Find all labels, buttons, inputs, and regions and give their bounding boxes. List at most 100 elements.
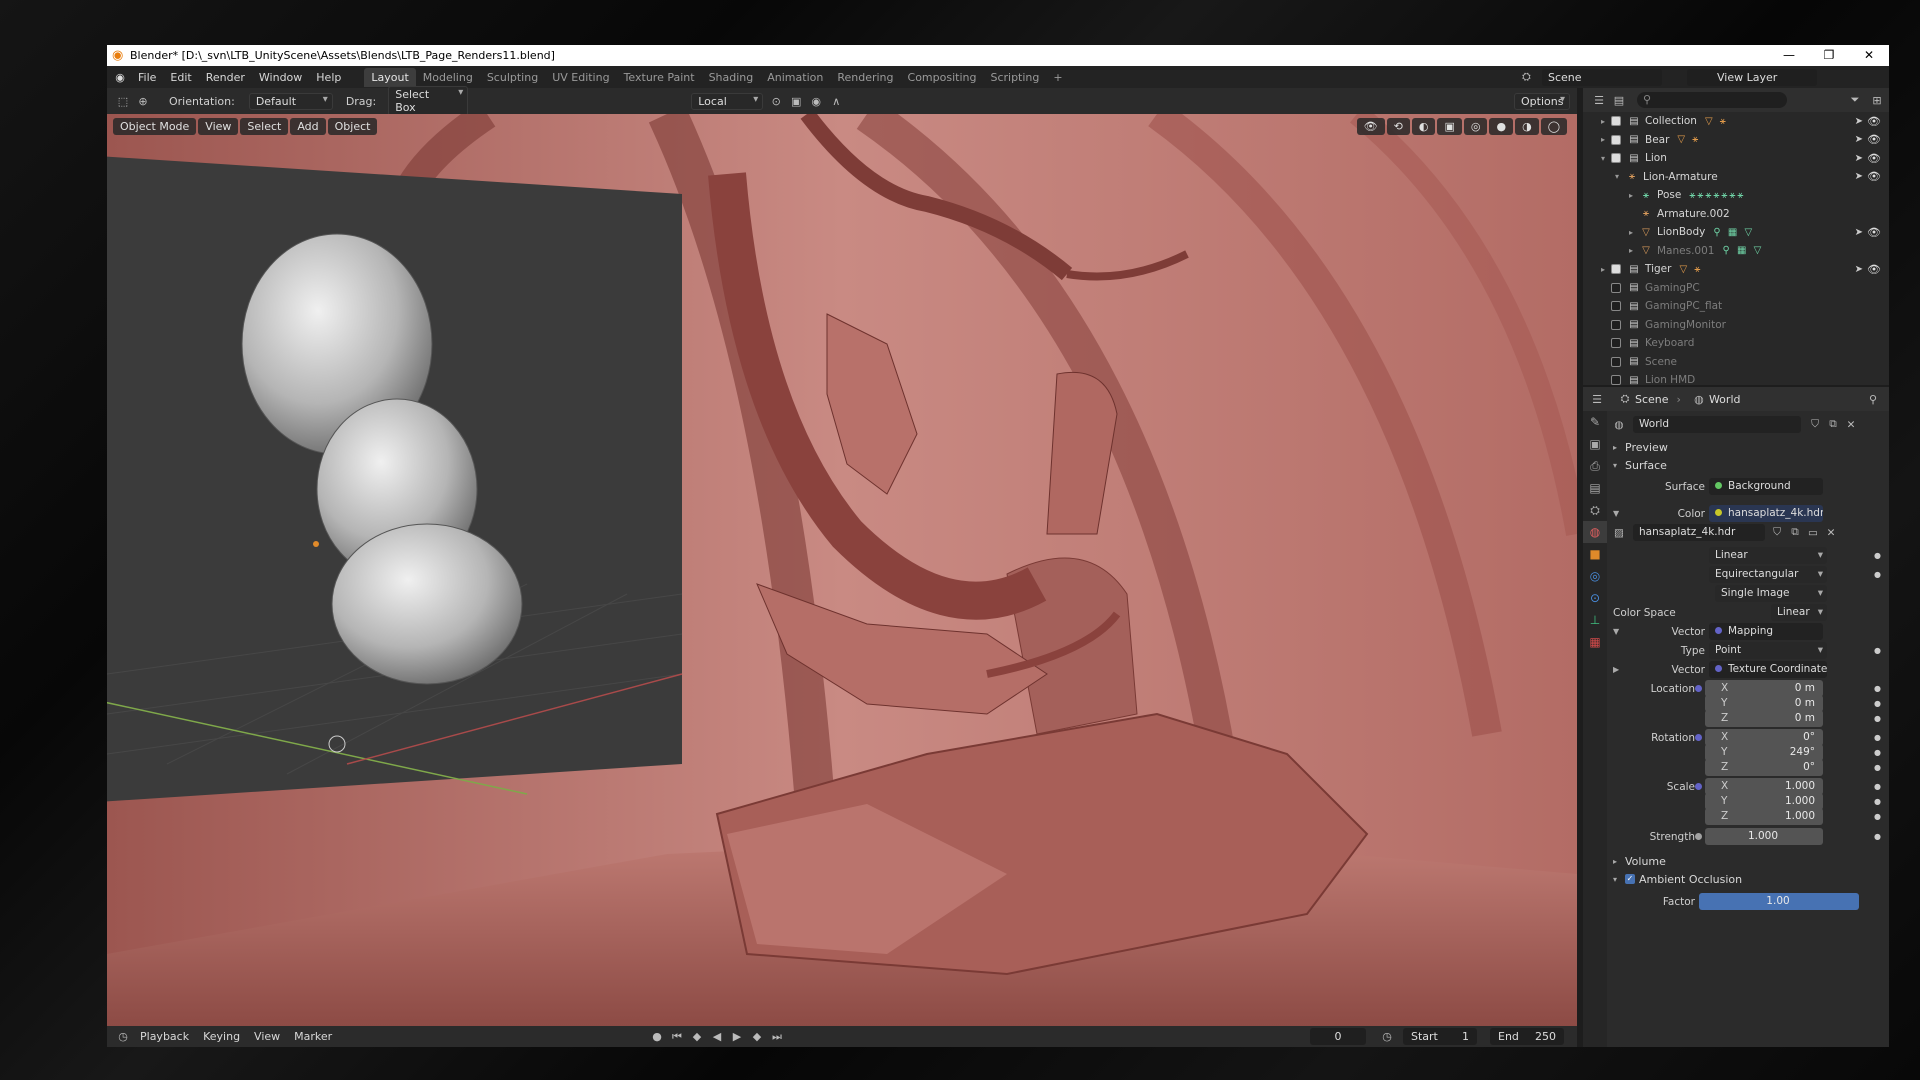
- tab-texture-paint[interactable]: Texture Paint: [617, 68, 702, 87]
- keyframe-dot[interactable]: ●: [1874, 714, 1881, 723]
- keyframe-dot[interactable]: ●: [1874, 748, 1881, 757]
- preview-panel-header[interactable]: ▸ Preview: [1609, 437, 1889, 457]
- fake-user-icon[interactable]: ⛉: [1805, 418, 1825, 431]
- exclude-checkbox[interactable]: [1611, 116, 1621, 127]
- outliner-row[interactable]: ▸ ▤ Tiger ▽ ⚹ ➤ 👁: [1583, 260, 1889, 279]
- render-tab-icon[interactable]: ▣: [1583, 433, 1607, 455]
- keyframe-dot[interactable]: ●: [1874, 782, 1881, 791]
- current-frame-field[interactable]: 0: [1310, 1028, 1366, 1045]
- outliner-row[interactable]: ▸ ⚹ Pose ⚹⚹⚹⚹⚹⚹⚹: [1583, 186, 1889, 205]
- filter-icon[interactable]: ⏷: [1845, 93, 1865, 107]
- tab-animation[interactable]: Animation: [760, 68, 830, 87]
- surface-panel-header[interactable]: ▾ Surface: [1609, 455, 1889, 475]
- exclude-checkbox[interactable]: [1611, 134, 1621, 145]
- next-keyframe-icon[interactable]: ◆: [747, 1030, 767, 1043]
- outliner-row[interactable]: ▾ ⚹ Lion-Armature ➤ 👁: [1583, 168, 1889, 187]
- keyframe-dot[interactable]: ●: [1874, 733, 1881, 742]
- snap-icon[interactable]: ⊙: [766, 95, 786, 108]
- selectable-icon[interactable]: ➤: [1855, 134, 1863, 145]
- exclude-checkbox[interactable]: [1611, 264, 1621, 275]
- image-fake-user-icon[interactable]: ⛉: [1767, 526, 1787, 539]
- unlink-icon[interactable]: ✕: [1841, 419, 1861, 431]
- surface-shader-field[interactable]: Background: [1709, 478, 1823, 495]
- visibility-eye-icon[interactable]: 👁: [1867, 226, 1881, 239]
- keyframe-dot[interactable]: ●: [1874, 797, 1881, 806]
- menu-edit[interactable]: Edit: [163, 71, 198, 84]
- outliner-row[interactable]: ▸ ▽ LionBody ⚲ ▦ ▽ ➤ 👁: [1583, 223, 1889, 242]
- outliner-row[interactable]: ▤ Keyboard: [1583, 334, 1889, 353]
- world-tab-icon[interactable]: ◍: [1583, 521, 1607, 543]
- disclosure-icon[interactable]: ▾: [1601, 154, 1611, 163]
- gizmo-icon[interactable]: ⟲: [1386, 117, 1410, 135]
- outliner-row[interactable]: ⚹ Armature.002: [1583, 205, 1889, 224]
- disclosure-icon[interactable]: ▸: [1601, 135, 1611, 144]
- child-data-icons[interactable]: ⚹⚹⚹⚹⚹⚹⚹: [1689, 190, 1745, 201]
- timeline-menu-keying[interactable]: Keying: [196, 1030, 247, 1043]
- material-shading-icon[interactable]: ◑: [1515, 117, 1539, 135]
- object-tab-icon[interactable]: ■: [1583, 543, 1607, 565]
- wireframe-shading-icon[interactable]: ◎: [1463, 117, 1488, 135]
- menu-file[interactable]: File: [131, 71, 163, 84]
- outliner-row[interactable]: ▤ Scene: [1583, 353, 1889, 372]
- outliner-row[interactable]: ▸ ▤ Collection ▽ ⚹ ➤ 👁: [1583, 112, 1889, 131]
- child-data-icons[interactable]: ▽ ⚹: [1705, 116, 1728, 127]
- location-z-field[interactable]: Z 0 m: [1705, 710, 1823, 727]
- color-input-field[interactable]: hansaplatz_4k.hdr: [1709, 505, 1823, 522]
- exclude-checkbox[interactable]: [1611, 319, 1621, 330]
- exclude-checkbox[interactable]: [1611, 282, 1621, 293]
- keyframe-dot[interactable]: ●: [1874, 684, 1881, 693]
- keyframe-dot[interactable]: ●: [1874, 812, 1881, 821]
- add-workspace-icon[interactable]: +: [1046, 68, 1069, 87]
- snap-target-icon[interactable]: ▣: [786, 95, 806, 108]
- properties-editor-icon[interactable]: ☰: [1587, 393, 1607, 406]
- visibility-eye-icon[interactable]: 👁: [1867, 115, 1881, 128]
- world-browse-icon[interactable]: ◍: [1609, 419, 1629, 431]
- tab-scripting[interactable]: Scripting: [983, 68, 1046, 87]
- pivot-dropdown[interactable]: Local: [691, 92, 764, 110]
- vector-expand-icon[interactable]: ▼: [1613, 627, 1619, 636]
- timeline-editor-icon[interactable]: ◷: [113, 1030, 133, 1043]
- preview-range-icon[interactable]: ◷: [1377, 1030, 1397, 1043]
- select-tool-icon[interactable]: ⬚: [113, 95, 133, 108]
- keyframe-dot[interactable]: ●: [1874, 646, 1881, 655]
- source-dropdown[interactable]: Single Image: [1715, 585, 1827, 602]
- timeline-menu-playback[interactable]: Playback: [133, 1030, 196, 1043]
- keyframe-dot[interactable]: ●: [1874, 763, 1881, 772]
- jump-end-icon[interactable]: ⏭: [767, 1030, 787, 1044]
- disclosure-icon[interactable]: ▸: [1629, 246, 1639, 255]
- image-new-icon[interactable]: ⧉: [1785, 526, 1805, 539]
- xray-icon[interactable]: ▣: [1437, 117, 1462, 135]
- new-collection-icon[interactable]: ⊞: [1867, 94, 1887, 107]
- tab-uv-editing[interactable]: UV Editing: [545, 68, 616, 87]
- factor-slider[interactable]: 1.00: [1699, 893, 1859, 910]
- keyframe-dot[interactable]: ●: [1874, 570, 1881, 579]
- duplicate-icon[interactable]: ⧉: [1823, 418, 1843, 431]
- selectable-icon[interactable]: ➤: [1855, 153, 1863, 164]
- menu-help[interactable]: Help: [309, 71, 348, 84]
- close-button[interactable]: ✕: [1849, 45, 1889, 66]
- scale-z-field[interactable]: Z 1.000: [1705, 808, 1823, 825]
- proportional-icon[interactable]: ◉: [806, 95, 826, 108]
- disclosure-icon[interactable]: ▸: [1629, 228, 1639, 237]
- outliner-row[interactable]: ▤ GamingPC_flat: [1583, 297, 1889, 316]
- child-data-icons[interactable]: ▽ ⚹: [1679, 264, 1702, 275]
- selectable-icon[interactable]: ➤: [1855, 171, 1863, 182]
- tab-layout[interactable]: Layout: [364, 67, 416, 87]
- view-layer-selector[interactable]: View Layer: [1687, 68, 1817, 86]
- view-layer-tab-icon[interactable]: ▤: [1583, 477, 1607, 499]
- outliner-row[interactable]: ▸ ▽ Manes.001 ⚲ ▦ ▽: [1583, 242, 1889, 261]
- jump-start-icon[interactable]: ⏮: [667, 1030, 687, 1044]
- disclosure-icon[interactable]: ▸: [1601, 117, 1611, 126]
- outliner-editor-icon[interactable]: ☰: [1589, 94, 1609, 107]
- overlay-icon[interactable]: ◐: [1411, 117, 1436, 135]
- tab-rendering[interactable]: Rendering: [830, 68, 900, 87]
- visibility-eye-icon[interactable]: 👁: [1867, 152, 1881, 165]
- falloff-icon[interactable]: ∧: [826, 95, 846, 108]
- exclude-checkbox[interactable]: [1611, 356, 1621, 367]
- visibility-eye-icon[interactable]: 👁: [1867, 170, 1881, 183]
- pin-icon[interactable]: ⚲: [1863, 393, 1883, 406]
- data-tab-icon[interactable]: ⊥: [1583, 609, 1607, 631]
- viewport-menu-view[interactable]: View: [198, 117, 239, 135]
- type-dropdown[interactable]: Point: [1709, 642, 1827, 659]
- display-mode-icon[interactable]: ▤: [1609, 94, 1629, 107]
